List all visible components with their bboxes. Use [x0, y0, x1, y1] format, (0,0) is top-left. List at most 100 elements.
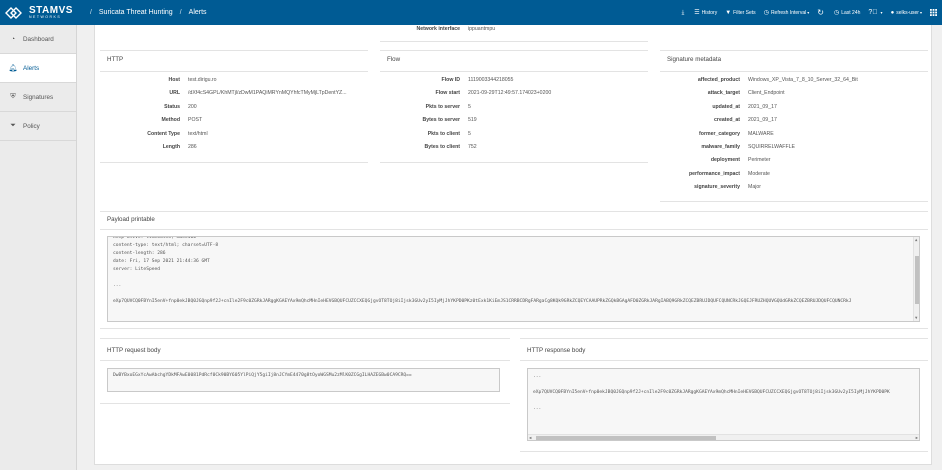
kv-row: Pkts to server 5: [380, 102, 640, 112]
top-navbar: STAMVS NETWORKS / Suricata Threat Huntin…: [0, 0, 942, 25]
user-icon: ●: [890, 9, 895, 16]
field-label: Flow start: [435, 90, 461, 97]
field-label: malware_family: [701, 144, 740, 150]
chevron-down-icon: ▾: [880, 10, 883, 15]
chevron-down-icon: ▾: [807, 10, 810, 15]
kv-row: Pkts to client 5: [380, 129, 640, 139]
refresh-interval-dropdown[interactable]: ◷ Refresh Interval ▾: [764, 10, 810, 16]
toolbar: ⤓ ☰ History ▼ Filter Sets ◷ Refresh Interva…: [674, 0, 937, 25]
kv-row: signature_severity Major: [660, 182, 920, 192]
field-value[interactable]: 286: [180, 142, 360, 152]
download-icon: ⤓: [681, 9, 685, 16]
kv-row: former_category MALWARE: [660, 129, 920, 139]
response-scroll-thumb[interactable]: [536, 436, 716, 440]
field-label: Flow ID: [441, 77, 460, 83]
field-value[interactable]: POST: [180, 115, 360, 125]
code-line: ...: [113, 283, 122, 288]
http-response-body-box[interactable]: ... eXp7QUVCQ0FBYnI5enV+fnp0ekJBQ0JGQnp9f…: [527, 368, 920, 441]
scroll-down-icon: ▼: [915, 315, 918, 320]
funnel-icon: ⏷: [10, 122, 16, 129]
kv-row: Length 286: [100, 142, 360, 152]
field-value[interactable]: 1119003344218055: [460, 75, 640, 85]
field-label: Status: [164, 103, 180, 110]
kv-row: Flow start 2021-09-29T12:49:57.174023+020…: [380, 88, 640, 98]
kv-row: Status 200: [100, 102, 360, 112]
payload-scrollbar[interactable]: ▲ ▼: [913, 237, 919, 321]
dashboard-icon: ◔: [10, 35, 16, 43]
apps-grid-button[interactable]: [930, 9, 937, 16]
flow-panel-title: Flow: [387, 56, 401, 63]
field-value[interactable]: Client_Endpoint: [740, 88, 920, 98]
field-value[interactable]: 2021-09-29T12:49:57.174023+0200: [460, 88, 640, 98]
code-line: server: LiteSpeed: [113, 267, 161, 272]
sidebar-item-alerts[interactable]: 🔔︎ Alerts: [0, 54, 76, 83]
kv-row: malware_family SQUIRRELWAFFLE: [660, 142, 920, 152]
field-label: Content Type: [147, 130, 180, 137]
kv-row: Flow ID 1119003344218055: [380, 75, 640, 85]
field-label: signature_severity: [694, 184, 740, 191]
history-button[interactable]: ☰ History: [694, 10, 717, 16]
field-value[interactable]: 519: [460, 115, 640, 125]
field-label: URL: [169, 90, 180, 97]
field-value[interactable]: Windows_XP_Vista_7_8_10_Server_32_64_Bit: [740, 75, 920, 85]
time-range-button[interactable]: ◷ Last 24h: [834, 10, 860, 16]
breadcrumb-app[interactable]: Suricata Threat Hunting: [99, 9, 173, 16]
field-value[interactable]: Major: [740, 182, 920, 192]
kv-row: Bytes to server 519: [380, 115, 640, 125]
field-value[interactable]: SQUIRRELWAFFLE: [740, 142, 920, 152]
http-response-body-title: HTTP response body: [527, 347, 586, 354]
http-request-body-box[interactable]: DwBYBxoEGxYcAwAbchgYDkMFAwE0081PdRcf0Ck9…: [107, 368, 500, 392]
field-value[interactable]: test.dirigu.ro: [180, 75, 360, 85]
field-label: Pkts to server: [425, 103, 460, 110]
sidebar-item-policy[interactable]: ⏷ Policy: [0, 112, 76, 141]
download-button[interactable]: ⤓: [682, 10, 687, 16]
filter-sets-button[interactable]: ▼ Filter Sets: [725, 10, 755, 16]
field-value[interactable]: Perimeter: [740, 155, 920, 165]
code-line: eXp7QUVCQ0FBYnI5enV+fnp0ekJBQ0JGQnp9f2J+…: [533, 390, 890, 395]
field-value[interactable]: Moderate: [740, 169, 920, 179]
kv-row: Bytes to client 752: [380, 142, 640, 152]
response-scrollbar[interactable]: ◀ ▶: [528, 434, 919, 440]
user-dropdown[interactable]: ● selks-user ▾: [891, 10, 922, 16]
field-value[interactable]: 5: [460, 129, 640, 139]
field-value[interactable]: 2021_09_17: [740, 115, 920, 125]
payload-scroll-thumb[interactable]: [915, 256, 919, 304]
help-icon: ?⃝: [868, 9, 878, 16]
field-value[interactable]: MALWARE: [740, 129, 920, 139]
field-value[interactable]: text/html: [180, 129, 360, 139]
field-label: affected_product: [697, 77, 740, 83]
field-value[interactable]: 752: [460, 142, 640, 152]
kv-row: URL/dXf4cS4GPL/KhMTjl/zDwM1PAQiMRYnMQYhf…: [100, 88, 360, 98]
field-value[interactable]: 200: [180, 102, 360, 112]
reload-button[interactable]: ↻: [817, 8, 826, 17]
grid-icon: [930, 9, 937, 16]
field-value[interactable]: 5: [460, 102, 640, 112]
brand-subtitle: NETWORKS: [29, 14, 62, 19]
stamus-logo-icon: [5, 6, 27, 19]
shield-icon: ⛨: [10, 93, 16, 100]
code-line: content-length: 286: [113, 251, 166, 256]
scroll-left-icon: ◀: [529, 435, 532, 440]
payload-printable-box[interactable]: keep-alive: timeout=5, max=100 content-ty…: [107, 236, 920, 322]
sidebar-item-dashboard[interactable]: ◔ Dashboard: [0, 25, 76, 54]
field-value[interactable]: /dXf4cS4GPL/KhMTjl/zDwM1PAQiMRYnMQYhfcTM…: [180, 88, 360, 98]
field-label: deployment: [710, 157, 740, 164]
kv-row: performance_impact Moderate: [660, 169, 920, 179]
field-value[interactable]: 2021_09_17: [740, 102, 920, 112]
alert-detail-panel: Network interface ippuantmpu HTTP Host te…: [94, 25, 932, 465]
clock-icon: ◷: [763, 9, 769, 16]
field-label: updated_at: [712, 103, 740, 110]
field-label: Pkts to client: [427, 130, 460, 137]
sidebar-item-signatures[interactable]: ⛨ Signatures: [0, 83, 76, 112]
kv-row: Host test.dirigu.ro: [100, 75, 360, 85]
breadcrumb-page[interactable]: Alerts: [189, 9, 207, 16]
kv-row: affected_product Windows_XP_Vista_7_8_10_…: [660, 75, 920, 85]
field-label: performance_impact: [688, 170, 740, 177]
bell-icon: 🔔︎: [8, 65, 18, 72]
help-dropdown[interactable]: ?⃝ ▾: [868, 9, 882, 16]
brand-logo[interactable]: STAMVS NETWORKS: [0, 0, 73, 25]
